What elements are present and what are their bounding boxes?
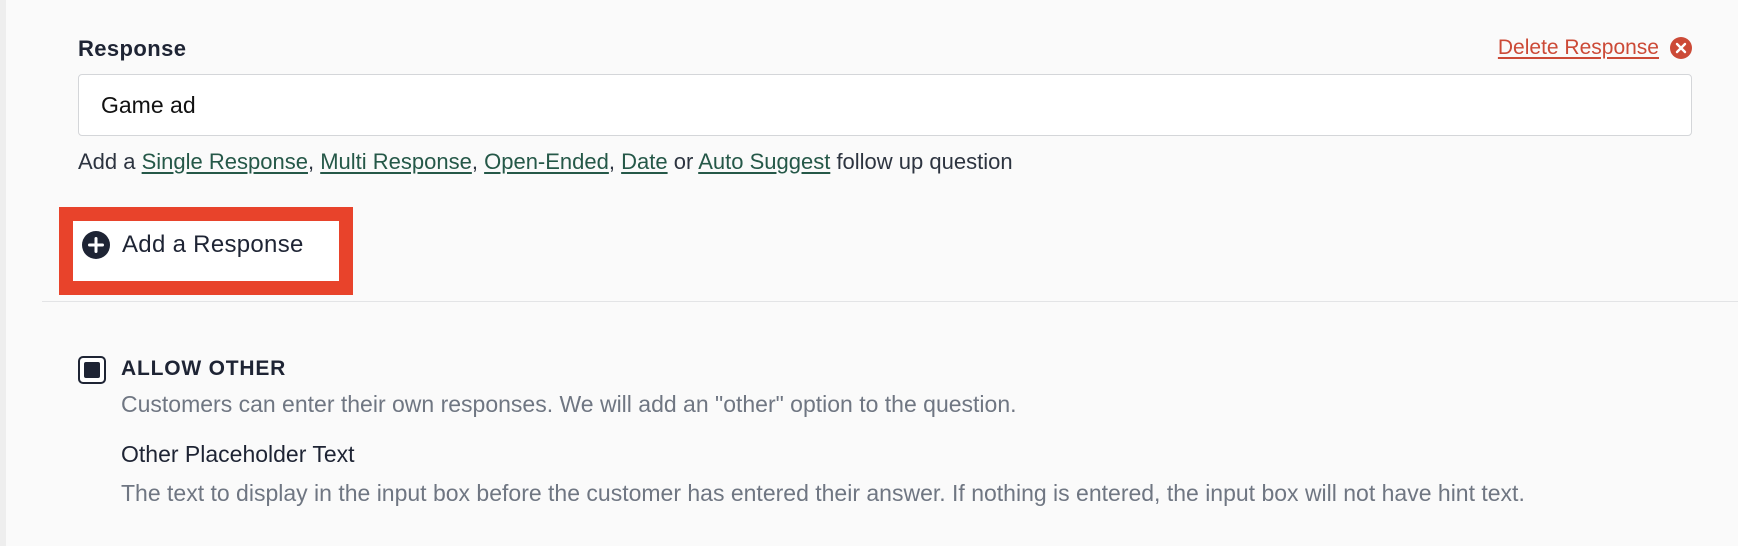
separator: , — [307, 149, 315, 174]
or-text: or — [673, 149, 694, 174]
delete-response-control[interactable]: Delete Response — [1498, 36, 1693, 60]
close-circle-icon[interactable] — [1669, 36, 1693, 60]
followup-question-line: Add a Single Response, Multi Response, O… — [78, 149, 1013, 175]
section-divider — [42, 301, 1738, 302]
followup-suffix: follow up question — [836, 149, 1013, 174]
separator: , — [471, 149, 478, 174]
allow-other-description: Customers can enter their own responses.… — [121, 391, 1017, 417]
other-placeholder-title: Other Placeholder Text — [121, 441, 355, 467]
allow-other-title: ALLOW OTHER — [121, 357, 287, 380]
other-placeholder-description: The text to display in the input box bef… — [121, 480, 1525, 506]
add-response-label: Add a Response — [122, 231, 304, 258]
allow-other-checkbox[interactable] — [78, 356, 106, 384]
add-response-button[interactable]: Add a Response — [81, 230, 304, 260]
left-border — [0, 0, 6, 546]
checkbox-check-mark — [84, 362, 100, 378]
single-response-link[interactable]: Single Response — [142, 149, 308, 174]
response-input[interactable] — [78, 74, 1692, 136]
delete-response-link[interactable]: Delete Response — [1498, 36, 1659, 60]
multi-response-link[interactable]: Multi Response — [320, 149, 472, 174]
followup-prefix: Add a — [78, 149, 136, 174]
separator: , — [608, 149, 615, 174]
response-label: Response — [78, 36, 187, 61]
date-link[interactable]: Date — [621, 149, 667, 174]
plus-circle-icon — [82, 231, 110, 259]
auto-suggest-link[interactable]: Auto Suggest — [698, 149, 830, 174]
open-ended-link[interactable]: Open-Ended — [484, 149, 609, 174]
